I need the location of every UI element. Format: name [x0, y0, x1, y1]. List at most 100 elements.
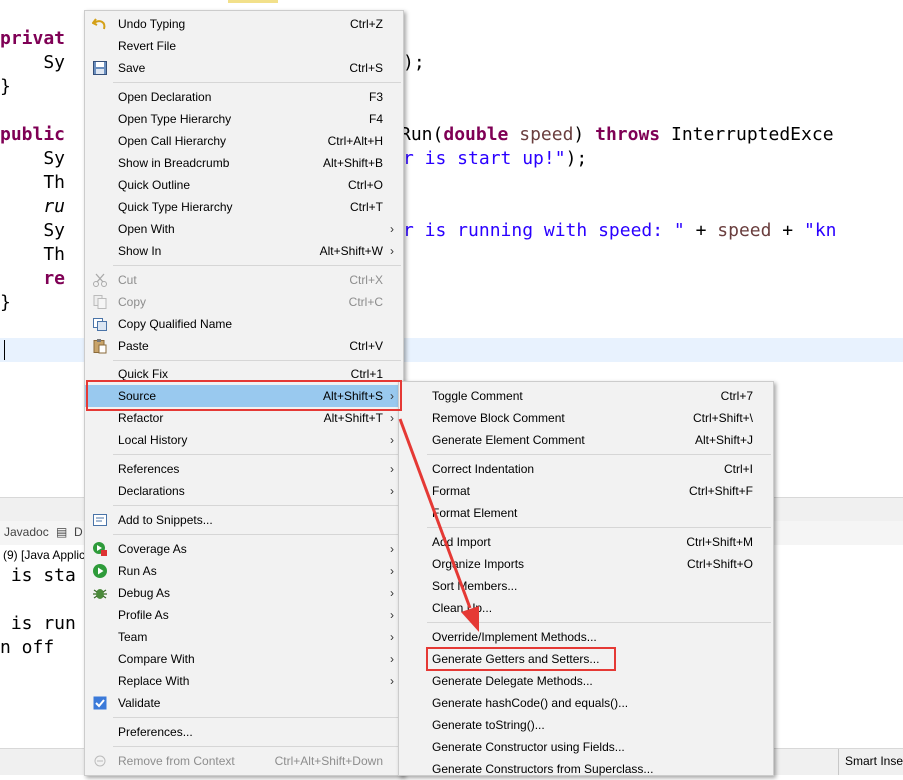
code-line: ru [0, 196, 66, 217]
menu-item-copy-qualified-name[interactable]: Copy Qualified Name [85, 313, 403, 335]
submenu-item-clean-up[interactable]: Clean Up... [399, 597, 773, 619]
menu-item-open-with[interactable]: Open With › [85, 218, 403, 240]
chevron-right-icon: › [390, 244, 394, 258]
menu-item-quick-outline[interactable]: Quick Outline Ctrl+O [85, 174, 403, 196]
text-caret [4, 340, 5, 360]
source-submenu: Toggle Comment Ctrl+7 Remove Block Commen… [398, 381, 774, 776]
menu-separator [427, 622, 771, 623]
menu-item-copy[interactable]: Copy Ctrl+C [85, 291, 403, 313]
submenu-item-remove-block-comment[interactable]: Remove Block Comment Ctrl+Shift+\ [399, 407, 773, 429]
menu-separator [427, 527, 771, 528]
tab-javadoc[interactable]: Javadoc [4, 525, 49, 539]
submenu-item-correct-indentation[interactable]: Correct Indentation Ctrl+I [399, 458, 773, 480]
menu-item-run-as[interactable]: Run As › [85, 560, 403, 582]
menu-item-open-declaration[interactable]: Open Declaration F3 [85, 86, 403, 108]
chevron-right-icon: › [390, 674, 394, 688]
tab-declaration[interactable]: D [74, 525, 83, 539]
chevron-right-icon: › [390, 608, 394, 622]
submenu-item-generate-hashcode-equals[interactable]: Generate hashCode() and equals()... [399, 692, 773, 714]
copy-icon [93, 295, 107, 309]
insert-mode-status: Smart Inser [838, 749, 903, 775]
coverage-icon [93, 542, 107, 556]
undo-icon [92, 18, 106, 30]
submenu-item-generate-constructors-superclass[interactable]: Generate Constructors from Superclass... [399, 758, 773, 780]
menu-item-save[interactable]: Save Ctrl+S [85, 57, 403, 79]
console-line: is run [0, 613, 76, 634]
snippet-icon [93, 514, 107, 526]
getters-setters-highlight-box [426, 647, 616, 671]
chevron-right-icon: › [390, 462, 394, 476]
submenu-item-organize-imports[interactable]: Organize Imports Ctrl+Shift+O [399, 553, 773, 575]
console-line: n off [0, 637, 55, 658]
declaration-icon: ▤ [56, 525, 68, 539]
menu-separator [113, 505, 401, 506]
code-line: Sy r is running with speed: " + speed + "… [0, 220, 837, 241]
menu-separator [427, 454, 771, 455]
checkbox-icon [93, 696, 107, 710]
chevron-right-icon: › [390, 433, 394, 447]
menu-item-replace-with[interactable]: Replace With › [85, 670, 403, 692]
console-line: is sta [0, 565, 76, 586]
menu-item-preferences[interactable]: Preferences... [85, 721, 403, 743]
menu-item-paste[interactable]: Paste Ctrl+V [85, 335, 403, 357]
submenu-item-add-import[interactable]: Add Import Ctrl+Shift+M [399, 531, 773, 553]
code-line: Th [0, 172, 66, 193]
chevron-right-icon: › [390, 484, 394, 498]
copy-qualified-icon [93, 318, 107, 331]
menu-item-declarations[interactable]: Declarations › [85, 480, 403, 502]
submenu-item-generate-constructor-fields[interactable]: Generate Constructor using Fields... [399, 736, 773, 758]
menu-item-validate[interactable]: Validate [85, 692, 403, 714]
menu-separator [113, 534, 401, 535]
menu-item-references[interactable]: References › [85, 458, 403, 480]
menu-separator [113, 360, 401, 361]
code-line: privat [0, 28, 66, 49]
submenu-item-format-element[interactable]: Format Element [399, 502, 773, 524]
menu-separator [113, 454, 401, 455]
menu-item-show-in[interactable]: Show In Alt+Shift+W › [85, 240, 403, 262]
menu-item-cut[interactable]: Cut Ctrl+X [85, 269, 403, 291]
menu-separator [113, 717, 401, 718]
editor-marker [228, 0, 278, 3]
chevron-right-icon: › [390, 564, 394, 578]
menu-item-debug-as[interactable]: Debug As › [85, 582, 403, 604]
code-line: re [0, 268, 66, 289]
remove-context-icon [94, 755, 106, 767]
debug-icon [93, 589, 107, 599]
menu-item-local-history[interactable]: Local History › [85, 429, 403, 451]
chevron-right-icon: › [390, 630, 394, 644]
menu-item-undo-typing[interactable]: Undo Typing Ctrl+Z [85, 13, 403, 35]
scissors-icon [93, 273, 107, 287]
paste-icon [93, 339, 107, 354]
menu-item-show-in-breadcrumb[interactable]: Show in Breadcrumb Alt+Shift+B [85, 152, 403, 174]
menu-item-compare-with[interactable]: Compare With › [85, 648, 403, 670]
code-line: } [0, 292, 11, 313]
submenu-item-format[interactable]: Format Ctrl+Shift+F [399, 480, 773, 502]
code-line: Sy r is start up!"); [0, 148, 588, 169]
submenu-item-generate-element-comment[interactable]: Generate Element Comment Alt+Shift+J [399, 429, 773, 451]
submenu-item-generate-delegate-methods[interactable]: Generate Delegate Methods... [399, 670, 773, 692]
submenu-item-override-implement[interactable]: Override/Implement Methods... [399, 626, 773, 648]
save-icon [93, 61, 107, 75]
chevron-right-icon: › [390, 542, 394, 556]
menu-separator [113, 265, 401, 266]
code-line: Sy); [0, 52, 425, 73]
menu-item-open-type-hierarchy[interactable]: Open Type Hierarchy F4 [85, 108, 403, 130]
code-line: public Run(double speed) throws Interrupt… [0, 124, 834, 145]
menu-item-add-to-snippets[interactable]: Add to Snippets... [85, 509, 403, 531]
source-highlight-box [86, 380, 402, 411]
chevron-right-icon: › [390, 586, 394, 600]
chevron-right-icon: › [390, 222, 394, 236]
code-line: } [0, 76, 11, 97]
menu-item-team[interactable]: Team › [85, 626, 403, 648]
submenu-item-generate-tostring[interactable]: Generate toString()... [399, 714, 773, 736]
menu-item-profile-as[interactable]: Profile As › [85, 604, 403, 626]
code-line: Th [0, 244, 66, 265]
submenu-item-sort-members[interactable]: Sort Members... [399, 575, 773, 597]
submenu-item-toggle-comment[interactable]: Toggle Comment Ctrl+7 [399, 385, 773, 407]
menu-item-remove-from-context[interactable]: Remove from Context Ctrl+Alt+Shift+Down [85, 750, 403, 772]
menu-item-coverage-as[interactable]: Coverage As › [85, 538, 403, 560]
menu-item-quick-type-hierarchy[interactable]: Quick Type Hierarchy Ctrl+T [85, 196, 403, 218]
chevron-right-icon: › [390, 652, 394, 666]
menu-item-open-call-hierarchy[interactable]: Open Call Hierarchy Ctrl+Alt+H [85, 130, 403, 152]
menu-item-revert-file[interactable]: Revert File [85, 35, 403, 57]
